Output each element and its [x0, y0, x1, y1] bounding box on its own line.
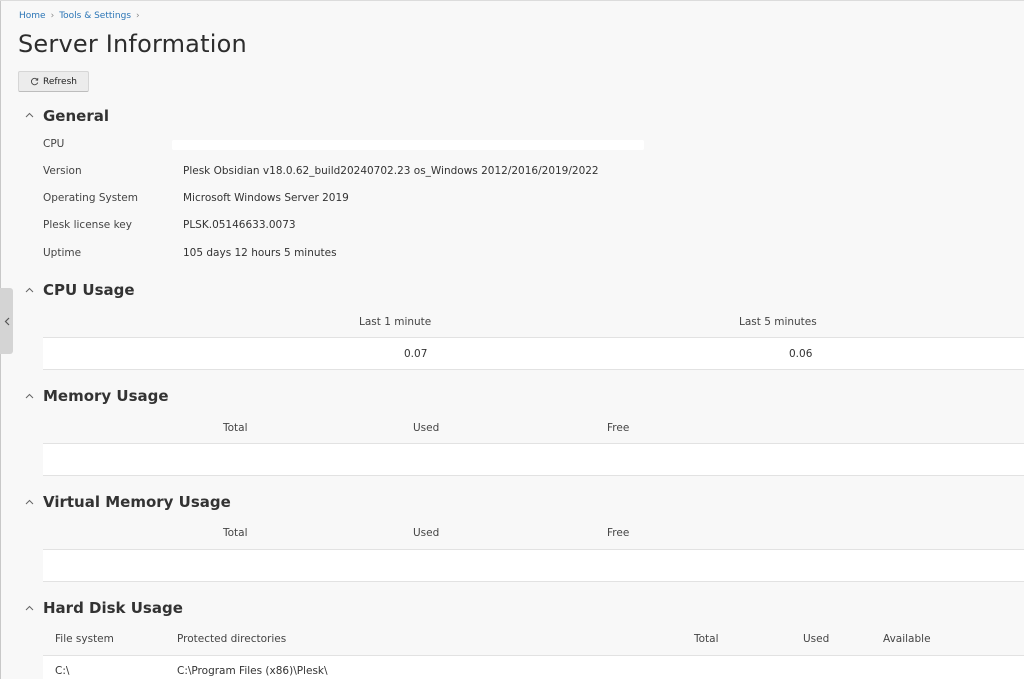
- table-divider: [43, 581, 1024, 582]
- breadcrumb-separator-icon: ›: [50, 11, 55, 21]
- general-label-license: Plesk license key: [43, 219, 132, 231]
- general-value-os: Microsoft Windows Server 2019: [183, 192, 349, 204]
- page-title: Server Information: [18, 30, 247, 58]
- section-title-memory-usage: Memory Usage: [43, 387, 169, 405]
- memory-header-free: Free: [607, 422, 630, 434]
- virtual-memory-header-total: Total: [223, 527, 248, 539]
- disk-header-file-system: File system: [55, 633, 114, 645]
- section-title-virtual-memory-usage: Virtual Memory Usage: [43, 493, 231, 511]
- general-label-version: Version: [43, 165, 82, 177]
- general-value-version: Plesk Obsidian v18.0.62_build20240702.23…: [183, 165, 599, 177]
- chevron-up-icon[interactable]: [25, 112, 34, 118]
- section-title-cpu-usage: CPU Usage: [43, 281, 135, 299]
- general-label-uptime: Uptime: [43, 247, 82, 259]
- virtual-memory-header-used: Used: [413, 527, 440, 539]
- window-top-border: [0, 0, 1024, 1]
- sidebar-toggle[interactable]: [0, 288, 13, 354]
- table-row: [43, 444, 1024, 475]
- breadcrumb-separator-icon: ›: [136, 11, 140, 21]
- breadcrumb-home[interactable]: Home: [19, 11, 46, 21]
- virtual-memory-header-free: Free: [607, 527, 630, 539]
- breadcrumb-tools-settings[interactable]: Tools & Settings: [59, 11, 131, 21]
- refresh-label: Refresh: [43, 76, 77, 87]
- section-title-general: General: [43, 107, 109, 125]
- cpu-value-last-1-minute: 0.07: [404, 348, 428, 360]
- chevron-left-icon: [4, 317, 9, 325]
- general-label-cpu: CPU: [43, 138, 65, 150]
- breadcrumb: Home › Tools & Settings ›: [19, 11, 145, 21]
- general-value-license: PLSK.05146633.0073: [183, 219, 296, 231]
- table-divider: [43, 369, 1024, 370]
- table-row: [43, 338, 1024, 369]
- table-divider: [43, 475, 1024, 476]
- disk-cell-protected-directories: C:\Program Files (x86)\Plesk\: [177, 665, 328, 677]
- general-label-os: Operating System: [43, 192, 138, 204]
- refresh-button[interactable]: Refresh: [18, 71, 89, 92]
- disk-header-protected-directories: Protected directories: [177, 633, 287, 645]
- table-row: [43, 550, 1024, 581]
- disk-header-total: Total: [694, 633, 719, 645]
- disk-header-used: Used: [803, 633, 830, 645]
- section-title-hard-disk-usage: Hard Disk Usage: [43, 599, 183, 617]
- refresh-icon: [31, 77, 39, 86]
- chevron-up-icon[interactable]: [25, 287, 34, 293]
- disk-cell-file-system: C:\: [55, 665, 70, 677]
- memory-header-used: Used: [413, 422, 440, 434]
- chevron-up-icon[interactable]: [25, 393, 34, 399]
- disk-header-available: Available: [883, 633, 931, 645]
- memory-header-total: Total: [223, 422, 248, 434]
- general-value-uptime: 105 days 12 hours 5 minutes: [183, 247, 337, 259]
- cpu-value-field: [172, 140, 644, 150]
- cpu-header-last-5-minutes: Last 5 minutes: [739, 316, 817, 328]
- cpu-value-last-5-minutes: 0.06: [789, 348, 813, 360]
- chevron-up-icon[interactable]: [25, 499, 34, 505]
- cpu-header-last-1-minute: Last 1 minute: [359, 316, 432, 328]
- chevron-up-icon[interactable]: [25, 605, 34, 611]
